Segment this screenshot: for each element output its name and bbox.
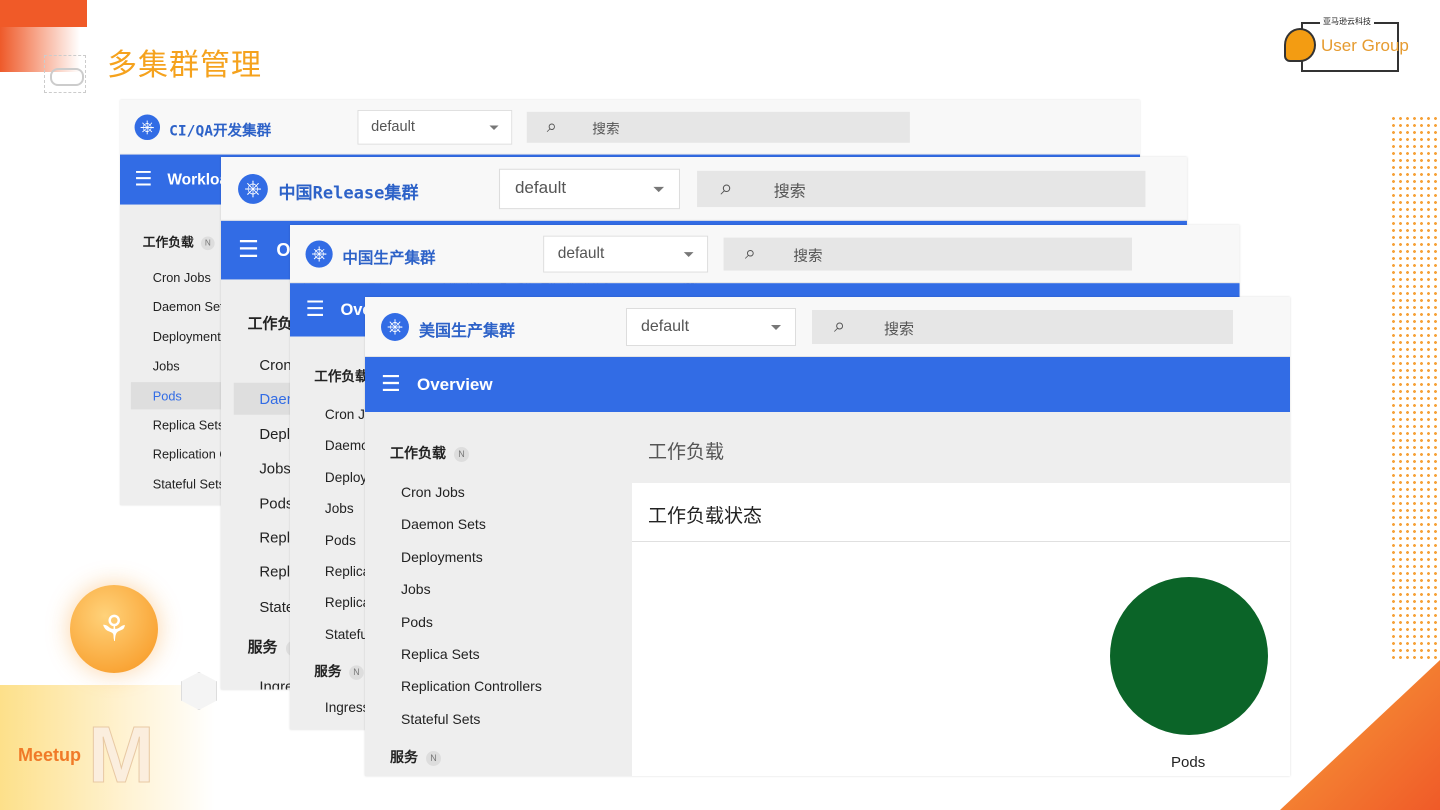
- page-title: 工作负载: [648, 442, 725, 463]
- meetup-logo: Meetup: [18, 745, 81, 765]
- search-input[interactable]: ⌕ 搜索: [697, 170, 1146, 208]
- search-input[interactable]: ⌕ 搜索: [723, 237, 1132, 271]
- namespace-value: default: [371, 119, 415, 135]
- network-orb-icon: ⚘: [70, 585, 158, 673]
- decor-bar: [0, 0, 87, 27]
- house-icon: [1284, 28, 1316, 62]
- namespaced-badge: N: [454, 446, 469, 462]
- sidebar-item-daemon-sets[interactable]: Daemon Sets: [377, 509, 617, 539]
- search-placeholder: 搜索: [793, 248, 823, 265]
- dot-pattern: [1390, 115, 1440, 660]
- chevron-down-icon: [653, 186, 665, 198]
- logo-text: User Group: [1321, 36, 1409, 55]
- logo-cn-text: 亚马逊云科技: [1320, 16, 1374, 27]
- workload-status-card: 工作负载状态 Pods: [632, 483, 1290, 776]
- cluster-header: ⎈ CI/QA开发集群 default ⌕ 搜索: [120, 100, 1141, 155]
- search-placeholder: 搜索: [773, 182, 806, 201]
- sidebar-section-workloads[interactable]: 工作负载 N: [390, 443, 469, 463]
- sidebar-section-workloads[interactable]: 工作负载 N: [143, 233, 215, 251]
- namespace-select[interactable]: default: [543, 235, 709, 273]
- menu-icon[interactable]: ☰: [306, 297, 325, 322]
- section-label: 工作负载: [390, 445, 446, 461]
- section-label: 服务: [247, 638, 278, 656]
- namespaced-badge: N: [426, 750, 441, 766]
- namespaced-badge: N: [349, 665, 364, 680]
- kubernetes-icon: ⎈: [134, 114, 161, 141]
- cluster-name[interactable]: CI/QA开发集群: [169, 118, 271, 140]
- kubernetes-icon: ⎈: [381, 313, 409, 341]
- sidebar-section-services[interactable]: 服务 N: [314, 662, 364, 681]
- top-app-bar: ☰ Overview: [365, 357, 1290, 412]
- meetup-logo-letter: M: [88, 710, 156, 799]
- namespace-select[interactable]: default: [626, 308, 796, 346]
- card-divider: [632, 541, 1290, 542]
- cluster-name[interactable]: 美国生产集群: [419, 317, 515, 341]
- section-label: 工作负载: [142, 234, 194, 250]
- user-group-logo: 亚马逊云科技 User Group: [1284, 14, 1414, 74]
- sidebar-item-replication-controllers[interactable]: Replication Controllers: [377, 671, 617, 701]
- cluster-header: ⎈ 中国Release集群 default ⌕ 搜索: [221, 157, 1187, 221]
- sidebar-item-pods[interactable]: Pods: [377, 607, 617, 637]
- menu-icon[interactable]: ☰: [381, 371, 401, 397]
- search-icon: ⌕: [720, 176, 733, 200]
- sidebar-item-cron-jobs[interactable]: Cron Jobs: [377, 477, 617, 507]
- cluster-name[interactable]: 中国生产集群: [342, 244, 435, 267]
- namespace-value: default: [557, 245, 605, 262]
- section-label: 服务: [390, 749, 418, 765]
- chevron-down-icon: [489, 125, 499, 134]
- search-placeholder: 搜索: [884, 321, 915, 338]
- cluster-header: ⎈ 中国生产集群 default ⌕ 搜索: [290, 225, 1240, 284]
- section-label: 工作负载: [314, 368, 369, 385]
- section-label: 服务: [314, 663, 342, 679]
- menu-icon[interactable]: ☰: [135, 167, 153, 191]
- corner-pattern: [1280, 660, 1440, 810]
- sidebar-section-services[interactable]: 服务 N: [390, 747, 441, 767]
- kubernetes-icon: ⎈: [305, 240, 333, 268]
- sidebar: 工作负载 N Cron JobsDaemon SetsDeploymentsJobs…: [365, 412, 632, 776]
- sidebar-item-replica-sets[interactable]: Replica Sets: [377, 639, 617, 669]
- chevron-down-icon: [771, 325, 781, 335]
- namespace-select[interactable]: default: [357, 110, 513, 145]
- search-icon: ⌕: [834, 315, 846, 337]
- chevron-down-icon: [683, 252, 694, 262]
- search-placeholder: 搜索: [592, 121, 620, 138]
- search-input[interactable]: ⌕ 搜索: [812, 310, 1233, 344]
- app-bar-title: Overview: [417, 375, 493, 394]
- sidebar-item-stateful-sets[interactable]: Stateful Sets: [377, 704, 617, 734]
- search-icon: ⌕: [744, 242, 756, 264]
- namespace-value: default: [514, 179, 567, 198]
- namespaced-badge: N: [200, 236, 215, 250]
- namespace-select[interactable]: default: [498, 168, 681, 210]
- slide-title: 多集群管理: [107, 48, 262, 83]
- pods-pie-chart[interactable]: [1110, 577, 1268, 735]
- namespace-value: default: [641, 318, 690, 335]
- cluster-name[interactable]: 中国Release集群: [279, 178, 419, 204]
- main-content: 工作负载工作负载状态 Pods: [632, 412, 1290, 776]
- search-icon: ⌕: [546, 116, 557, 137]
- cluster-panel: ⎈ 美国生产集群 default ⌕ 搜索 ☰ Overview 工作负载 N Cron Jobs…: [365, 297, 1290, 776]
- kubernetes-icon: ⎈: [238, 174, 268, 204]
- toggle-icon: [44, 55, 86, 93]
- menu-icon[interactable]: ☰: [238, 236, 259, 264]
- sidebar-item-jobs[interactable]: Jobs: [377, 574, 617, 604]
- sidebar-item-deployments[interactable]: Deployments: [377, 542, 617, 572]
- card-title: 工作负载状态: [648, 506, 763, 527]
- cluster-header: ⎈ 美国生产集群 default ⌕ 搜索: [365, 297, 1290, 357]
- pie-label: Pods: [1171, 754, 1206, 771]
- search-input[interactable]: ⌕ 搜索: [526, 111, 910, 143]
